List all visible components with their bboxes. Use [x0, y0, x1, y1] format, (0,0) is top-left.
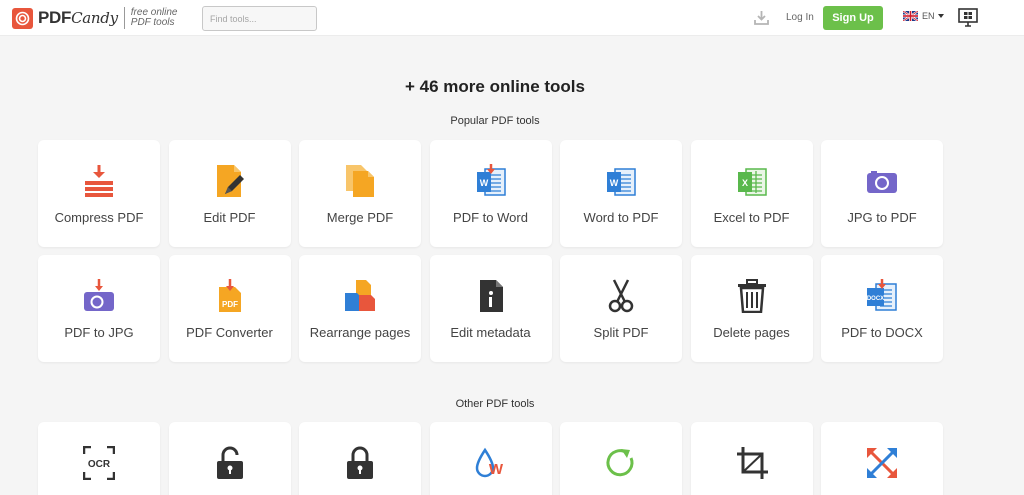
- tool-label: Compress PDF: [54, 210, 144, 225]
- tool-label: Word to PDF: [583, 210, 659, 225]
- svg-text:W: W: [479, 178, 488, 188]
- tool-card-resize[interactable]: [821, 422, 943, 495]
- metadata-icon: [475, 279, 507, 313]
- download-icon[interactable]: [753, 9, 770, 26]
- excel-icon: X: [736, 164, 768, 198]
- tool-card-merge-pdf[interactable]: Merge PDF: [299, 140, 421, 247]
- tool-card-split-pdf[interactable]: Split PDF: [560, 255, 682, 362]
- tool-card-word-to-pdf[interactable]: W Word to PDF: [560, 140, 682, 247]
- resize-icon: [866, 446, 898, 480]
- tool-card-jpg-to-pdf[interactable]: JPG to PDF: [821, 140, 943, 247]
- tool-label: PDF Converter: [186, 325, 273, 340]
- watermark-icon: W: [475, 446, 507, 480]
- tool-card-crop[interactable]: [690, 422, 813, 495]
- tool-card-pdf-to-docx[interactable]: DOCX PDF to DOCX: [821, 255, 943, 362]
- svg-text:DOCX: DOCX: [867, 296, 884, 302]
- login-link[interactable]: Log In: [786, 12, 814, 23]
- tool-label: Edit PDF: [203, 210, 256, 225]
- other-tools-heading: Other PDF tools: [455, 398, 535, 410]
- tool-card-protect[interactable]: [299, 422, 421, 495]
- other-tools-grid: OCR W: [38, 422, 943, 495]
- tool-label: JPG to PDF: [847, 210, 917, 225]
- tool-label: Delete pages: [713, 325, 790, 340]
- camera-download-icon: [83, 279, 115, 313]
- tool-search-input[interactable]: [202, 6, 317, 31]
- tool-card-pdf-converter[interactable]: PDF PDF Converter: [168, 255, 291, 362]
- logo-candy-icon: [12, 7, 33, 29]
- tool-label: PDF to Word: [453, 210, 528, 225]
- scissors-icon: [605, 279, 637, 313]
- svg-text:PDF: PDF: [222, 300, 238, 309]
- docx-icon: DOCX: [866, 279, 898, 313]
- tool-label: Edit metadata: [450, 325, 531, 340]
- tool-card-edit-pdf[interactable]: Edit PDF: [168, 140, 291, 247]
- uk-flag-icon: [903, 11, 918, 21]
- svg-text:W: W: [610, 178, 619, 188]
- tool-card-compress-pdf[interactable]: Compress PDF: [38, 140, 160, 247]
- tool-card-excel-to-pdf[interactable]: X Excel to PDF: [690, 140, 813, 247]
- rearrange-icon: [344, 279, 376, 313]
- ocr-icon: OCR: [83, 446, 115, 480]
- tool-card-delete-pages[interactable]: Delete pages: [690, 255, 813, 362]
- top-navbar: PDFCandy free online PDF tools Log In Si…: [0, 0, 1024, 36]
- tool-label: Split PDF: [593, 325, 649, 340]
- logo-text: PDFCandy: [38, 8, 118, 27]
- word-icon: W: [605, 164, 637, 198]
- signup-button[interactable]: Sign Up: [823, 6, 883, 30]
- language-selector[interactable]: EN: [903, 11, 944, 21]
- logo-tagline: free online PDF tools: [130, 7, 178, 28]
- tool-label: Excel to PDF: [713, 210, 790, 225]
- tool-card-ocr[interactable]: OCR: [38, 422, 160, 495]
- trash-icon: [736, 279, 768, 313]
- popular-tools-heading: Popular PDF tools: [450, 115, 540, 127]
- unlock-icon: [214, 446, 246, 480]
- tool-card-rotate[interactable]: [560, 422, 682, 495]
- tool-card-unlock[interactable]: [168, 422, 291, 495]
- chevron-down-icon: [937, 14, 944, 18]
- logo-divider: [123, 7, 125, 29]
- pdf-converter-icon: PDF: [214, 279, 246, 313]
- tool-label: Merge PDF: [326, 210, 394, 225]
- tool-label: PDF to DOCX: [841, 325, 923, 340]
- logo[interactable]: PDFCandy free online PDF tools: [12, 7, 183, 29]
- rotate-icon: [605, 446, 637, 480]
- tool-card-pdf-to-jpg[interactable]: PDF to JPG: [38, 255, 160, 362]
- language-label: EN: [922, 11, 935, 21]
- crop-icon: [736, 446, 768, 480]
- edit-icon: [214, 164, 246, 198]
- tool-label: Rearrange pages: [309, 325, 411, 340]
- desktop-app-icon[interactable]: [958, 8, 978, 27]
- page-title: + 46 more online tools: [405, 77, 585, 96]
- svg-text:OCR: OCR: [88, 459, 111, 470]
- camera-icon: [866, 164, 898, 198]
- lock-icon: [344, 446, 376, 480]
- compress-icon: [83, 164, 115, 198]
- pdf-to-word-icon: W: [475, 164, 507, 198]
- merge-icon: [344, 164, 376, 198]
- tool-label: PDF to JPG: [64, 325, 134, 340]
- tool-card-watermark[interactable]: W: [429, 422, 552, 495]
- svg-text:X: X: [741, 178, 747, 188]
- popular-tools-grid: Compress PDF Edit PDF Merge PDF W PDF to…: [38, 140, 943, 362]
- tool-card-pdf-to-word[interactable]: W PDF to Word: [429, 140, 552, 247]
- svg-text:W: W: [488, 461, 503, 478]
- tool-card-rearrange-pages[interactable]: Rearrange pages: [299, 255, 421, 362]
- tool-card-edit-metadata[interactable]: Edit metadata: [429, 255, 552, 362]
